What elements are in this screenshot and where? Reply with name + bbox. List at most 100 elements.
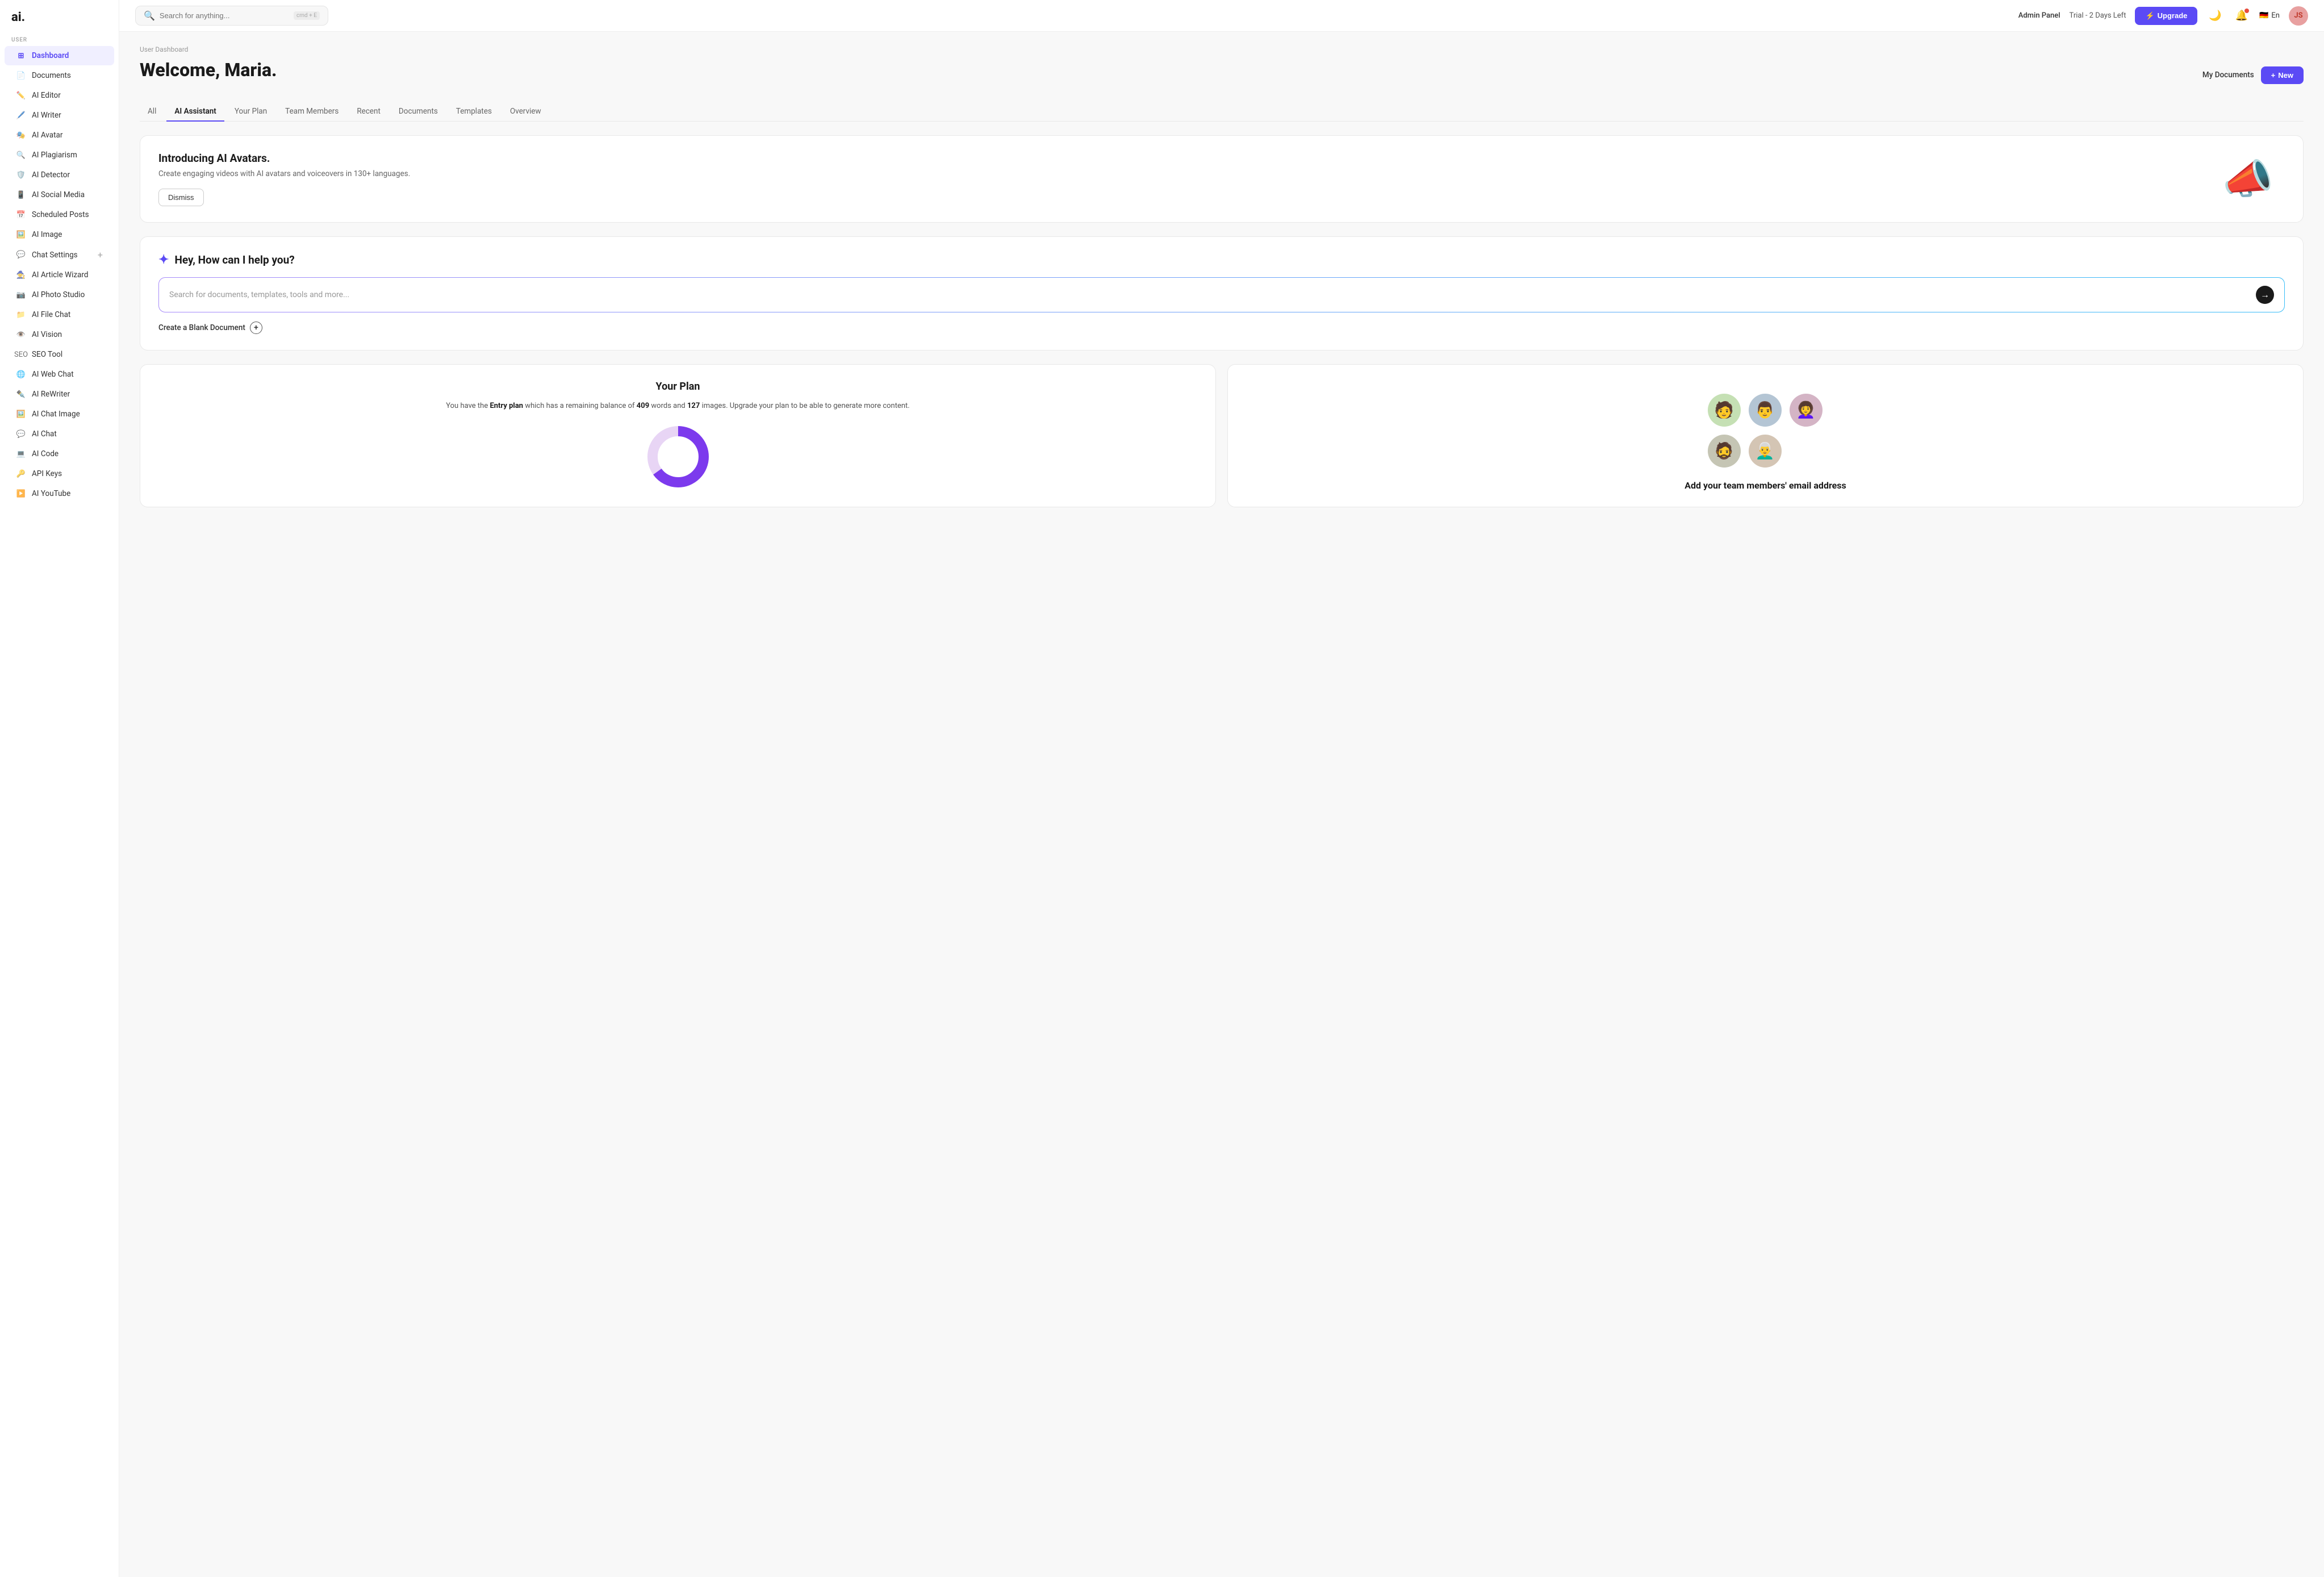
search-icon: 🔍 [144, 10, 155, 21]
sidebar-label-ai-plagiarism: AI Plagiarism [32, 151, 77, 160]
plan-card-description: You have the Entry plan which has a rema… [158, 400, 1197, 412]
sidebar-label-ai-youtube: AI YouTube [32, 489, 70, 498]
seo-tool-icon: SEO [16, 349, 26, 360]
sidebar-item-ai-chat-image[interactable]: 🖼️ AI Chat Image [5, 404, 114, 424]
sidebar-item-ai-rewriter[interactable]: ✒️ AI ReWriter [5, 385, 114, 404]
create-blank-doc[interactable]: Create a Blank Document + [158, 322, 2285, 334]
my-documents-link[interactable]: My Documents [2202, 70, 2254, 80]
trial-label: Trial - 2 Days Left [2070, 11, 2126, 20]
dashboard-icon: ⊞ [16, 51, 26, 61]
team-avatar-1: 🧑 [1708, 394, 1741, 427]
content-area: User Dashboard Welcome, Maria. My Docume… [119, 32, 2324, 1577]
sidebar-label-ai-avatar: AI Avatar [32, 131, 62, 140]
sidebar-item-ai-vision[interactable]: 👁️ AI Vision [5, 325, 114, 344]
dismiss-button[interactable]: Dismiss [158, 189, 204, 206]
notifications-button[interactable]: 🔔 [2233, 7, 2250, 24]
content-tabs: AllAI AssistantYour PlanTeam MembersRece… [140, 102, 2304, 122]
ai-search-placeholder: Search for documents, templates, tools a… [169, 290, 2256, 299]
sidebar-label-ai-web-chat: AI Web Chat [32, 370, 74, 379]
ai-avatar-icon: 🎭 [16, 130, 26, 140]
ai-help-title-text: Hey, How can I help you? [174, 253, 294, 266]
ai-article-wizard-icon: 🧙 [16, 270, 26, 280]
sidebar-item-ai-file-chat[interactable]: 📁 AI File Chat [5, 305, 114, 324]
sidebar-label-chat-settings: Chat Settings [32, 251, 78, 260]
chat-settings-icon: 💬 [16, 250, 26, 260]
banner-description: Create engaging videos with AI avatars a… [158, 169, 410, 178]
sidebar-label-ai-social-media: AI Social Media [32, 190, 85, 199]
plan-card: Your Plan You have the Entry plan which … [140, 364, 1216, 507]
documents-icon: 📄 [16, 70, 26, 81]
tab-recent[interactable]: Recent [349, 102, 388, 122]
sidebar-item-ai-social-media[interactable]: 📱 AI Social Media [5, 185, 114, 205]
sidebar-label-ai-file-chat: AI File Chat [32, 310, 70, 319]
ai-editor-icon: ✏️ [16, 90, 26, 101]
sidebar-label-ai-chat: AI Chat [32, 429, 57, 439]
tab-templates[interactable]: Templates [448, 102, 500, 122]
sidebar-label-dashboard: Dashboard [32, 51, 69, 60]
sidebar-item-ai-image[interactable]: 🖼️ AI Image [5, 225, 114, 244]
ai-vision-icon: 👁️ [16, 329, 26, 340]
sidebar-label-ai-writer: AI Writer [32, 111, 61, 120]
sidebar-section-label: USER [0, 31, 119, 45]
sidebar-item-dashboard[interactable]: ⊞ Dashboard [5, 46, 114, 65]
team-avatar-3: 👩‍🦱 [1790, 394, 1823, 427]
ai-search-bar[interactable]: Search for documents, templates, tools a… [158, 277, 2285, 312]
sidebar-label-ai-image: AI Image [32, 230, 62, 239]
upgrade-button[interactable]: ⚡ Upgrade [2135, 7, 2197, 25]
sidebar-item-ai-photo-studio[interactable]: 📷 AI Photo Studio [5, 285, 114, 304]
sidebar-item-ai-article-wizard[interactable]: 🧙 AI Article Wizard [5, 265, 114, 285]
chat-settings-add[interactable]: + [98, 249, 103, 260]
sidebar-item-scheduled-posts[interactable]: 📅 Scheduled Posts [5, 205, 114, 224]
tab-all[interactable]: All [140, 102, 164, 122]
dark-mode-toggle[interactable]: 🌙 [2206, 7, 2223, 24]
tab-documents[interactable]: Documents [391, 102, 446, 122]
ai-detector-icon: 🛡️ [16, 170, 26, 180]
ai-youtube-icon: ▶️ [16, 489, 26, 499]
ai-file-chat-icon: 📁 [16, 310, 26, 320]
ai-search-arrow[interactable]: → [2256, 286, 2274, 304]
sidebar-label-seo-tool: SEO Tool [32, 350, 62, 359]
team-card-title: Add your team members' email address [1685, 480, 1846, 491]
search-bar[interactable]: 🔍 cmd + E [135, 6, 328, 26]
sidebar-item-ai-plagiarism[interactable]: 🔍 AI Plagiarism [5, 145, 114, 165]
sidebar-item-ai-editor[interactable]: ✏️ AI Editor [5, 86, 114, 105]
ai-chat-image-icon: 🖼️ [16, 409, 26, 419]
ai-photo-studio-icon: 📷 [16, 290, 26, 300]
sidebar-item-ai-youtube[interactable]: ▶️ AI YouTube [5, 484, 114, 503]
user-avatar[interactable]: JS [2289, 6, 2308, 26]
announcement-banner: Introducing AI Avatars. Create engaging … [140, 135, 2304, 223]
new-button[interactable]: + New [2261, 66, 2304, 84]
tab-team-members[interactable]: Team Members [277, 102, 346, 122]
sidebar-item-documents[interactable]: 📄 Documents [5, 66, 114, 85]
sidebar-item-ai-web-chat[interactable]: 🌐 AI Web Chat [5, 365, 114, 384]
ai-help-section: ✦ Hey, How can I help you? Search for do… [140, 236, 2304, 351]
ai-code-icon: 💻 [16, 449, 26, 459]
team-avatar-2: 👨 [1749, 394, 1782, 427]
language-selector[interactable]: 🇩🇪 En [2259, 11, 2280, 20]
tab-ai-assistant[interactable]: AI Assistant [166, 102, 224, 122]
team-avatars: 🧑 👨 👩‍🦱 🧔 👨‍🦳 [1708, 394, 1824, 469]
tab-your-plan[interactable]: Your Plan [227, 102, 275, 122]
team-card: 🧑 👨 👩‍🦱 🧔 👨‍🦳 Add your team members' ema… [1227, 364, 2304, 507]
topbar: 🔍 cmd + E Admin Panel Trial - 2 Days Lef… [119, 0, 2324, 32]
sidebar-label-documents: Documents [32, 71, 71, 80]
plan-card-title: Your Plan [158, 381, 1197, 393]
sidebar-item-chat-settings[interactable]: 💬 Chat Settings + [5, 245, 114, 265]
tab-overview[interactable]: Overview [502, 102, 549, 122]
sidebar-item-ai-avatar[interactable]: 🎭 AI Avatar [5, 126, 114, 145]
create-blank-plus-icon: + [250, 322, 262, 334]
sidebar-item-seo-tool[interactable]: SEO SEO Tool [5, 345, 114, 364]
sidebar-item-ai-writer[interactable]: 🖊️ AI Writer [5, 106, 114, 125]
team-avatar-4: 🧔 [1708, 435, 1741, 468]
ai-chat-icon: 💬 [16, 429, 26, 439]
search-input[interactable] [160, 11, 289, 20]
sidebar-item-ai-chat[interactable]: 💬 AI Chat [5, 424, 114, 444]
plus-icon: + [2271, 71, 2276, 80]
app-logo: ai. [0, 0, 119, 31]
sidebar-item-api-keys[interactable]: 🔑 API Keys [5, 464, 114, 483]
ai-image-icon: 🖼️ [16, 230, 26, 240]
sidebar-item-ai-code[interactable]: 💻 AI Code [5, 444, 114, 464]
sidebar-item-ai-detector[interactable]: 🛡️ AI Detector [5, 165, 114, 185]
admin-panel-link[interactable]: Admin Panel [2018, 11, 2060, 20]
sidebar-label-api-keys: API Keys [32, 469, 62, 478]
